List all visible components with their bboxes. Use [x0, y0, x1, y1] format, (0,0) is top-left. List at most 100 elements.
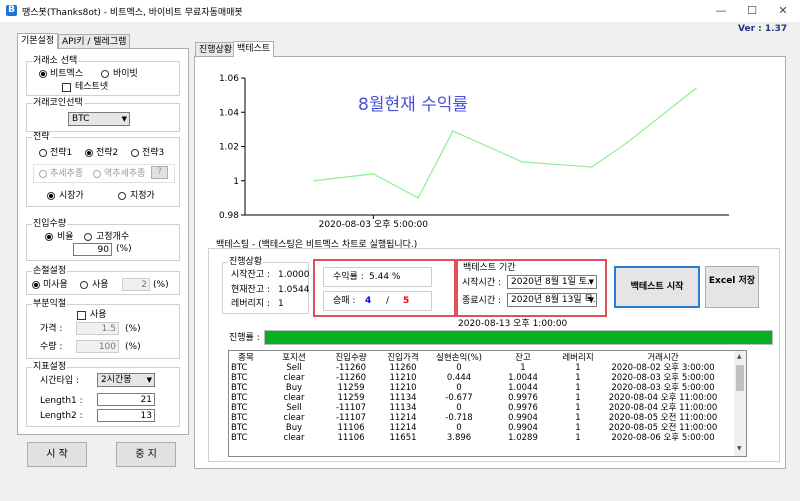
x-tick-label: 2020-08-03 오후 5:00:00	[319, 219, 429, 230]
table-row[interactable]: BTC Sell -11260 11260 0 1 1 2020-08-02 오후 3:00:…	[229, 363, 727, 373]
exchange-radio-bitmex[interactable]	[39, 70, 47, 78]
partial-price-input[interactable]: 1.5	[76, 322, 119, 335]
table-cell: clear	[283, 413, 305, 423]
start-time-picker[interactable]: 2020년 8월 1일 토. ▼	[507, 275, 597, 289]
table-row[interactable]: BTC clear 11106 11651 3.896 1.0289 1 2020-08-06…	[229, 433, 727, 443]
table-row[interactable]: BTC Buy 11259 11210 0 1.0044 1 2020-08-03 오후 5:…	[229, 383, 727, 393]
market-order-radio[interactable]	[47, 192, 55, 200]
column-header[interactable]: 실현손익(%)	[429, 353, 489, 363]
table-cell: BTC	[231, 403, 248, 413]
stoploss-group-label: 손절설정	[32, 266, 68, 276]
help-button[interactable]: ?	[151, 166, 168, 179]
table-cell: 11134	[389, 403, 417, 413]
tab-api-telegram[interactable]: API키 / 텔레그램	[58, 34, 131, 49]
table-row[interactable]: BTC clear -11107 11214 -0.718 0.9904 1 2020-08-…	[229, 413, 727, 423]
scroll-down-icon[interactable]: ▼	[737, 445, 742, 452]
table-row[interactable]: BTC clear 11259 11134 -0.677 0.9976 1 2020-08-0…	[229, 393, 727, 403]
end-time-picker[interactable]: 2020년 8월 13일 목. ▼	[507, 293, 597, 307]
table-scrollbar[interactable]: ▲ ▼	[734, 351, 746, 456]
stoploss-on-label: 사용	[92, 280, 109, 290]
column-header[interactable]: 포지션	[263, 353, 325, 363]
start-balance-value: 1.0000	[278, 270, 310, 280]
table-cell: 2020-08-03 오후 5:00:00	[611, 383, 715, 393]
length2-input[interactable]: 13	[97, 409, 155, 422]
entry-ratio-radio[interactable]	[45, 233, 53, 241]
table-cell: BTC	[231, 413, 248, 423]
column-header[interactable]: 진입가격	[377, 353, 429, 363]
length1-input[interactable]: 21	[97, 393, 155, 406]
stoploss-on-radio[interactable]	[80, 281, 88, 289]
table-cell: 1	[575, 413, 581, 423]
excel-save-button[interactable]: Excel 저장	[705, 266, 759, 308]
table-cell: clear	[283, 373, 305, 383]
version-label: Ver : 1.37	[738, 24, 788, 34]
partial-group-label: 부분익절	[32, 299, 68, 309]
entry-value-input[interactable]: 90	[73, 243, 112, 256]
table-row[interactable]: BTC Sell -11107 11134 0 0.9976 1 2020-08-04 오후 …	[229, 403, 727, 413]
chart-title: 8월현재 수익률	[358, 95, 468, 115]
progress-bar	[264, 330, 773, 345]
trend-follow-radio[interactable]	[39, 170, 47, 178]
column-header[interactable]: 거래시간	[599, 353, 727, 363]
testnet-checkbox[interactable]	[62, 83, 71, 92]
table-cell: 1.0289	[508, 433, 538, 443]
partial-use-checkbox[interactable]	[77, 311, 86, 320]
app-icon: B	[6, 5, 17, 16]
table-row[interactable]: BTC Buy 11106 11214 0 0.9904 1 2020-08-05 오전 11…	[229, 423, 727, 433]
column-header[interactable]: 진입수량	[325, 353, 377, 363]
scroll-up-icon[interactable]: ▲	[737, 353, 742, 360]
exchange-radio-bybit[interactable]	[101, 70, 109, 78]
column-header[interactable]: 종목	[229, 353, 263, 363]
column-header[interactable]: 레버리지	[557, 353, 599, 363]
strategy1-label: 전략1	[50, 148, 73, 158]
table-cell: 2020-08-04 오후 11:00:00	[608, 393, 718, 403]
strategy3-radio[interactable]	[131, 149, 139, 157]
column-header[interactable]: 잔고	[489, 353, 557, 363]
tab-basic-settings[interactable]: 기본설정	[17, 33, 59, 49]
stop-button[interactable]: 중 지	[116, 442, 176, 467]
table-row[interactable]: BTC clear -11260 11210 0.444 1.0044 1 2020-08-0…	[229, 373, 727, 383]
scroll-thumb[interactable]	[736, 365, 744, 391]
table-cell: 0.9976	[508, 393, 538, 403]
entry-fixed-radio[interactable]	[84, 233, 92, 241]
stoploss-unit: (%)	[153, 280, 169, 290]
timeframe-label: 시간타입 :	[40, 376, 80, 386]
coin-select[interactable]: BTC ▼	[68, 112, 130, 126]
progress-fill	[265, 331, 772, 344]
table-cell: 2020-08-02 오후 3:00:00	[611, 363, 715, 373]
table-cell: 11214	[389, 413, 417, 423]
minimize-button[interactable]: —	[706, 3, 736, 19]
strategy2-radio[interactable]	[85, 149, 93, 157]
stoploss-off-radio[interactable]	[32, 281, 40, 289]
start-button[interactable]: 시 작	[27, 442, 87, 467]
counter-trend-radio[interactable]	[93, 170, 101, 178]
counter-trend-label: 역추세추종	[104, 169, 146, 179]
winloss-label: 승패 :	[333, 296, 356, 306]
partial-qty-label: 수량 :	[40, 342, 63, 352]
tab-backtest[interactable]: 백테스트	[233, 41, 275, 57]
stoploss-value-input[interactable]: 2	[122, 278, 150, 291]
return-label: 수익률 :	[333, 272, 364, 282]
partial-qty-unit: (%)	[125, 342, 141, 352]
timeframe-select[interactable]: 2시간봉 ▼	[97, 373, 155, 387]
data-point	[452, 130, 454, 132]
chart-area: 0.98 1 1.02 1.04 1.06 2020-08-03 오후 5:00:00 8월…	[204, 63, 764, 233]
tab-progress[interactable]: 진행상황	[195, 42, 237, 57]
partial-qty-input[interactable]: 100	[76, 340, 119, 353]
entry-ratio-label: 비율	[57, 232, 74, 242]
close-button[interactable]: ✕	[768, 3, 798, 19]
table-cell: BTC	[231, 423, 248, 433]
returns-chart: 0.98 1 1.02 1.04 1.06 2020-08-03 오후 5:00:00 8월…	[219, 74, 729, 230]
table-header-row: 종목 포지션 진입수량 진입가격 실현손익(%) 잔고 레버리지 거래시간	[229, 353, 727, 363]
limit-order-radio[interactable]	[118, 192, 126, 200]
entry-fixed-label: 고정개수	[96, 232, 130, 242]
y-tick-label: 1.06	[219, 74, 239, 84]
table-cell: 11106	[337, 423, 365, 433]
end-time-label: 종료시간 :	[462, 296, 502, 306]
table-cell: BTC	[231, 383, 248, 393]
window-title: 땡스봇(Thanks8ot) - 비트멕스, 바이비트 무료자동매매봇	[22, 8, 243, 18]
chevron-down-icon: ▼	[121, 115, 127, 123]
strategy1-radio[interactable]	[39, 149, 47, 157]
maximize-button[interactable]: ☐	[737, 3, 767, 19]
backtest-start-button[interactable]: 백테스트 시작	[614, 266, 700, 308]
